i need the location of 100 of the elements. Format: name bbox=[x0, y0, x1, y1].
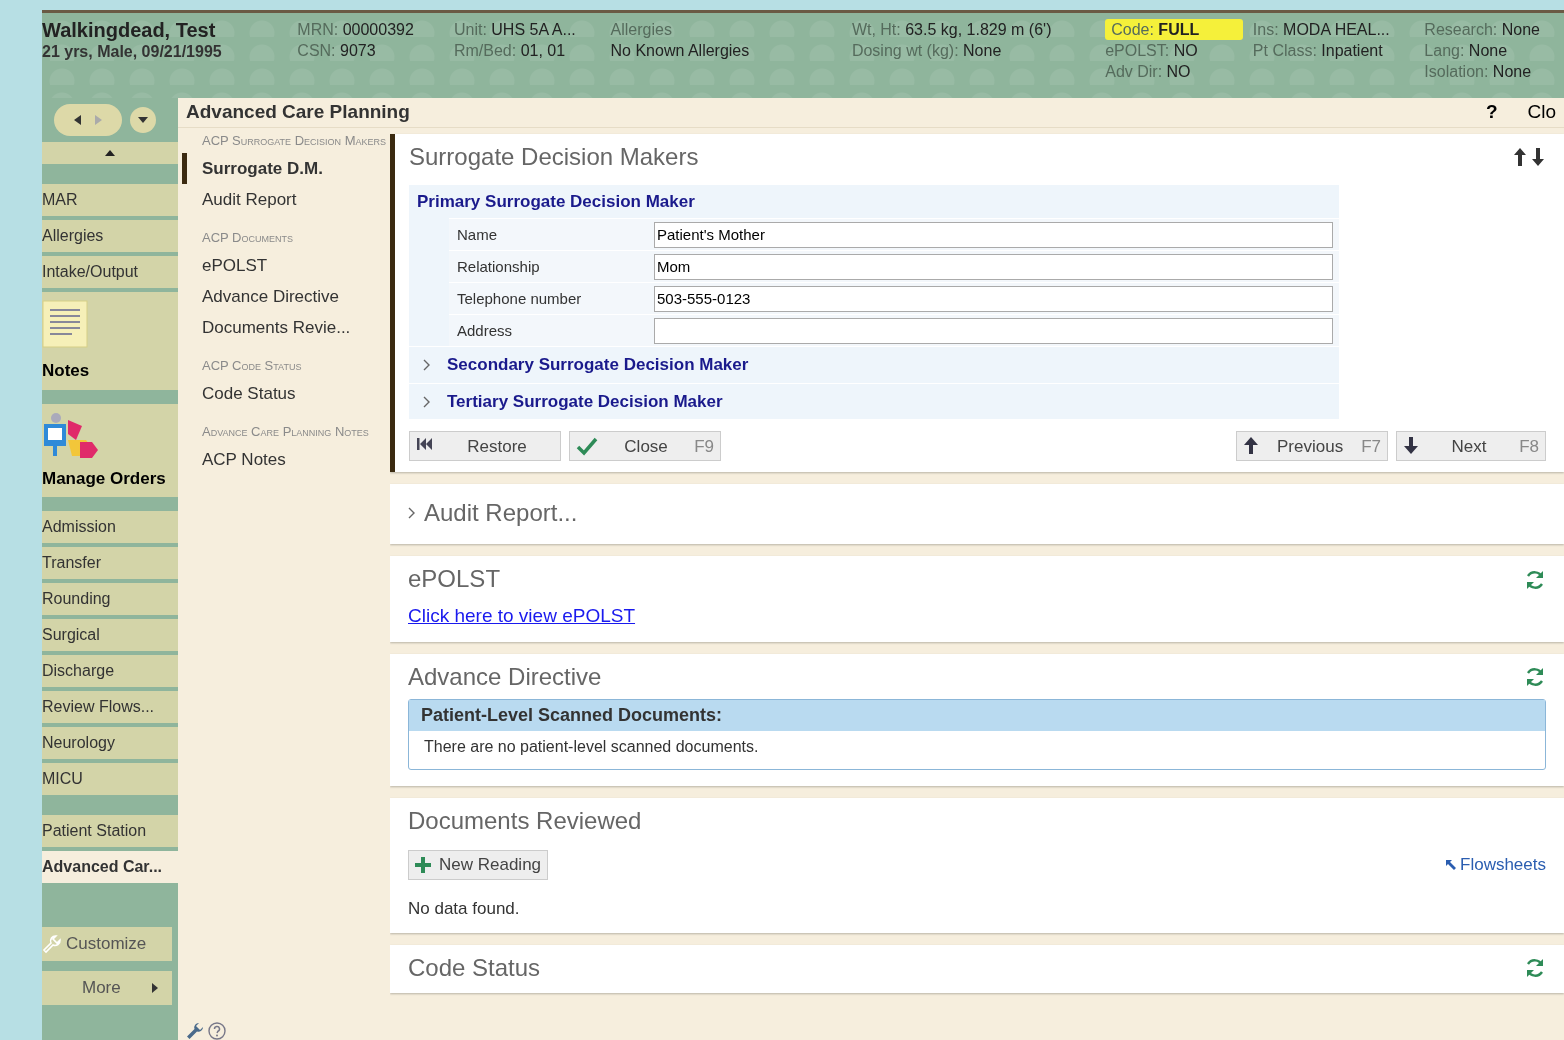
close-button[interactable]: Close F9 bbox=[569, 431, 721, 462]
header-value: FULL bbox=[1158, 21, 1200, 38]
empty-message: No data found. bbox=[408, 898, 521, 921]
up-left-arrow-icon bbox=[1446, 860, 1456, 871]
refresh-icon[interactable] bbox=[1524, 957, 1546, 980]
activity-title: Advanced Care Planning bbox=[186, 100, 410, 125]
refresh-icon[interactable] bbox=[1524, 568, 1546, 591]
patient-demographics: 21 yrs, Male, 09/21/1995 bbox=[42, 42, 223, 62]
text-field[interactable] bbox=[654, 317, 1333, 344]
header-label: Lang: bbox=[1424, 42, 1465, 59]
section-heading: Advance Care Planning Notes bbox=[202, 423, 370, 440]
field-label: Name bbox=[456, 224, 498, 245]
sidebar-tile[interactable]: Notes bbox=[42, 292, 178, 390]
expander-header[interactable]: Primary Surrogate Decision Maker bbox=[409, 184, 1339, 219]
section-link[interactable]: ePOLST bbox=[202, 250, 390, 281]
field-label: Telephone number bbox=[456, 288, 583, 309]
expander-header[interactable]: Secondary Surrogate Decision Maker bbox=[409, 347, 1339, 383]
notes-icon bbox=[42, 300, 88, 348]
section-title: Surrogate Decision Makers bbox=[409, 143, 699, 172]
section-heading: ACP Documents bbox=[202, 229, 294, 246]
header-label: Wt, Ht: bbox=[851, 21, 901, 38]
header-label: Code: bbox=[1111, 21, 1154, 38]
header-value: NO bbox=[1173, 42, 1198, 59]
header-label: Pt Class: bbox=[1252, 42, 1317, 59]
refresh-icon[interactable] bbox=[1524, 666, 1546, 688]
header-label: ePOLST: bbox=[1105, 42, 1170, 59]
up-caret-icon[interactable] bbox=[105, 150, 115, 156]
header-value: None bbox=[1501, 21, 1540, 38]
section-link[interactable]: Documents Revie... bbox=[202, 312, 390, 343]
restore-button[interactable]: Restore bbox=[409, 431, 561, 462]
help-icon[interactable] bbox=[208, 1022, 226, 1040]
section-link[interactable]: Advance Directive bbox=[202, 281, 390, 312]
header-label: Adv Dir: bbox=[1105, 63, 1163, 80]
chevron-right-icon bbox=[423, 359, 431, 372]
more-button[interactable]: More bbox=[42, 971, 172, 1005]
section-link[interactable]: Code Status bbox=[202, 378, 390, 409]
back-arrow-icon[interactable] bbox=[73, 115, 83, 125]
sidebar-tab[interactable]: Allergies bbox=[42, 220, 178, 252]
field-label: Relationship bbox=[456, 256, 541, 277]
sidebar-tab[interactable]: Surgical bbox=[42, 619, 178, 651]
header-value: 63.5 kg, 1.829 m (6') bbox=[905, 21, 1052, 38]
header-value: 01, 01 bbox=[520, 42, 566, 59]
header-value: Inpatient bbox=[1321, 42, 1383, 59]
next-button[interactable]: Next F8 bbox=[1396, 431, 1546, 462]
section-title: Advance Directive bbox=[408, 662, 602, 692]
sidebar-tab[interactable]: Advanced Car... bbox=[42, 851, 178, 883]
checkmark-icon bbox=[576, 436, 598, 457]
header-label: Research: bbox=[1424, 21, 1498, 38]
chevron-right-icon bbox=[423, 395, 431, 408]
view-link[interactable]: Click here to view ePOLST bbox=[408, 605, 636, 627]
orders-icon bbox=[42, 411, 100, 460]
previous-button[interactable]: Previous F7 bbox=[1236, 431, 1388, 462]
text-field[interactable]: Patient's Mother bbox=[654, 221, 1333, 248]
collapsed-section-header[interactable]: Audit Report... bbox=[408, 493, 578, 534]
sidebar-tab[interactable]: Intake/Output bbox=[42, 256, 178, 288]
field-label: Address bbox=[456, 320, 514, 341]
sidebar-tab[interactable]: Patient Station bbox=[42, 815, 178, 847]
header-value: UHS 5A A... bbox=[491, 21, 576, 38]
patient-name: Walkingdead, Test bbox=[42, 19, 217, 41]
header-label: MRN: bbox=[297, 21, 339, 38]
section-link[interactable]: Audit Report bbox=[202, 184, 390, 215]
header-label: Allergies bbox=[610, 21, 672, 38]
header-value: NO bbox=[1166, 63, 1191, 80]
section-title: ePOLST bbox=[408, 565, 501, 595]
caret-right-icon bbox=[152, 983, 158, 993]
help-button[interactable]: ? bbox=[1455, 98, 1498, 127]
sidebar-tile[interactable]: Manage Orders bbox=[42, 403, 178, 497]
section-title: Documents Reviewed bbox=[408, 807, 642, 837]
dropdown-control[interactable] bbox=[130, 107, 156, 133]
close-button[interactable]: Clo bbox=[1497, 98, 1556, 127]
header-label: Rm/Bed: bbox=[453, 42, 517, 59]
header-label: CSN: bbox=[297, 42, 336, 59]
flowsheets-link[interactable]: Flowsheets bbox=[1446, 852, 1546, 878]
header-label: Ins: bbox=[1252, 21, 1279, 38]
section-title: Code Status bbox=[408, 953, 541, 983]
header-value: None bbox=[963, 42, 1002, 59]
sidebar-tab[interactable]: MAR bbox=[42, 184, 178, 216]
up-arrow-icon bbox=[1243, 436, 1259, 457]
sidebar-tab[interactable]: Neurology bbox=[42, 727, 178, 759]
sidebar-tab[interactable]: Admission bbox=[42, 511, 178, 543]
caret-icon[interactable] bbox=[138, 117, 148, 123]
wrench-icon[interactable] bbox=[186, 1022, 204, 1040]
expander-header[interactable]: Tertiary Surrogate Decision Maker bbox=[409, 383, 1339, 420]
text-field[interactable]: Mom bbox=[654, 253, 1333, 280]
sidebar-tab[interactable]: Transfer bbox=[42, 547, 178, 579]
customize-button[interactable]: Customize bbox=[42, 927, 172, 961]
table-header: Patient-Level Scanned Documents: bbox=[409, 700, 1545, 732]
header-value: 9073 bbox=[340, 42, 376, 59]
header-label: Dosing wt (kg): bbox=[851, 42, 959, 59]
new-reading-button[interactable]: New Reading bbox=[408, 850, 549, 881]
sidebar-tab[interactable]: Rounding bbox=[42, 583, 178, 615]
section-link[interactable]: ACP Notes bbox=[202, 444, 390, 475]
sidebar-tab[interactable]: Review Flows... bbox=[42, 691, 178, 723]
text-field[interactable]: 503-555-0123 bbox=[654, 285, 1333, 312]
sidebar-tab[interactable]: MICU bbox=[42, 763, 178, 795]
chevron-right-icon bbox=[408, 507, 416, 520]
reorder-arrows-icon[interactable] bbox=[1512, 147, 1546, 168]
header-value: 00000392 bbox=[342, 21, 414, 38]
header-label: Isolation: bbox=[1424, 63, 1489, 80]
sidebar-tab[interactable]: Discharge bbox=[42, 655, 178, 687]
